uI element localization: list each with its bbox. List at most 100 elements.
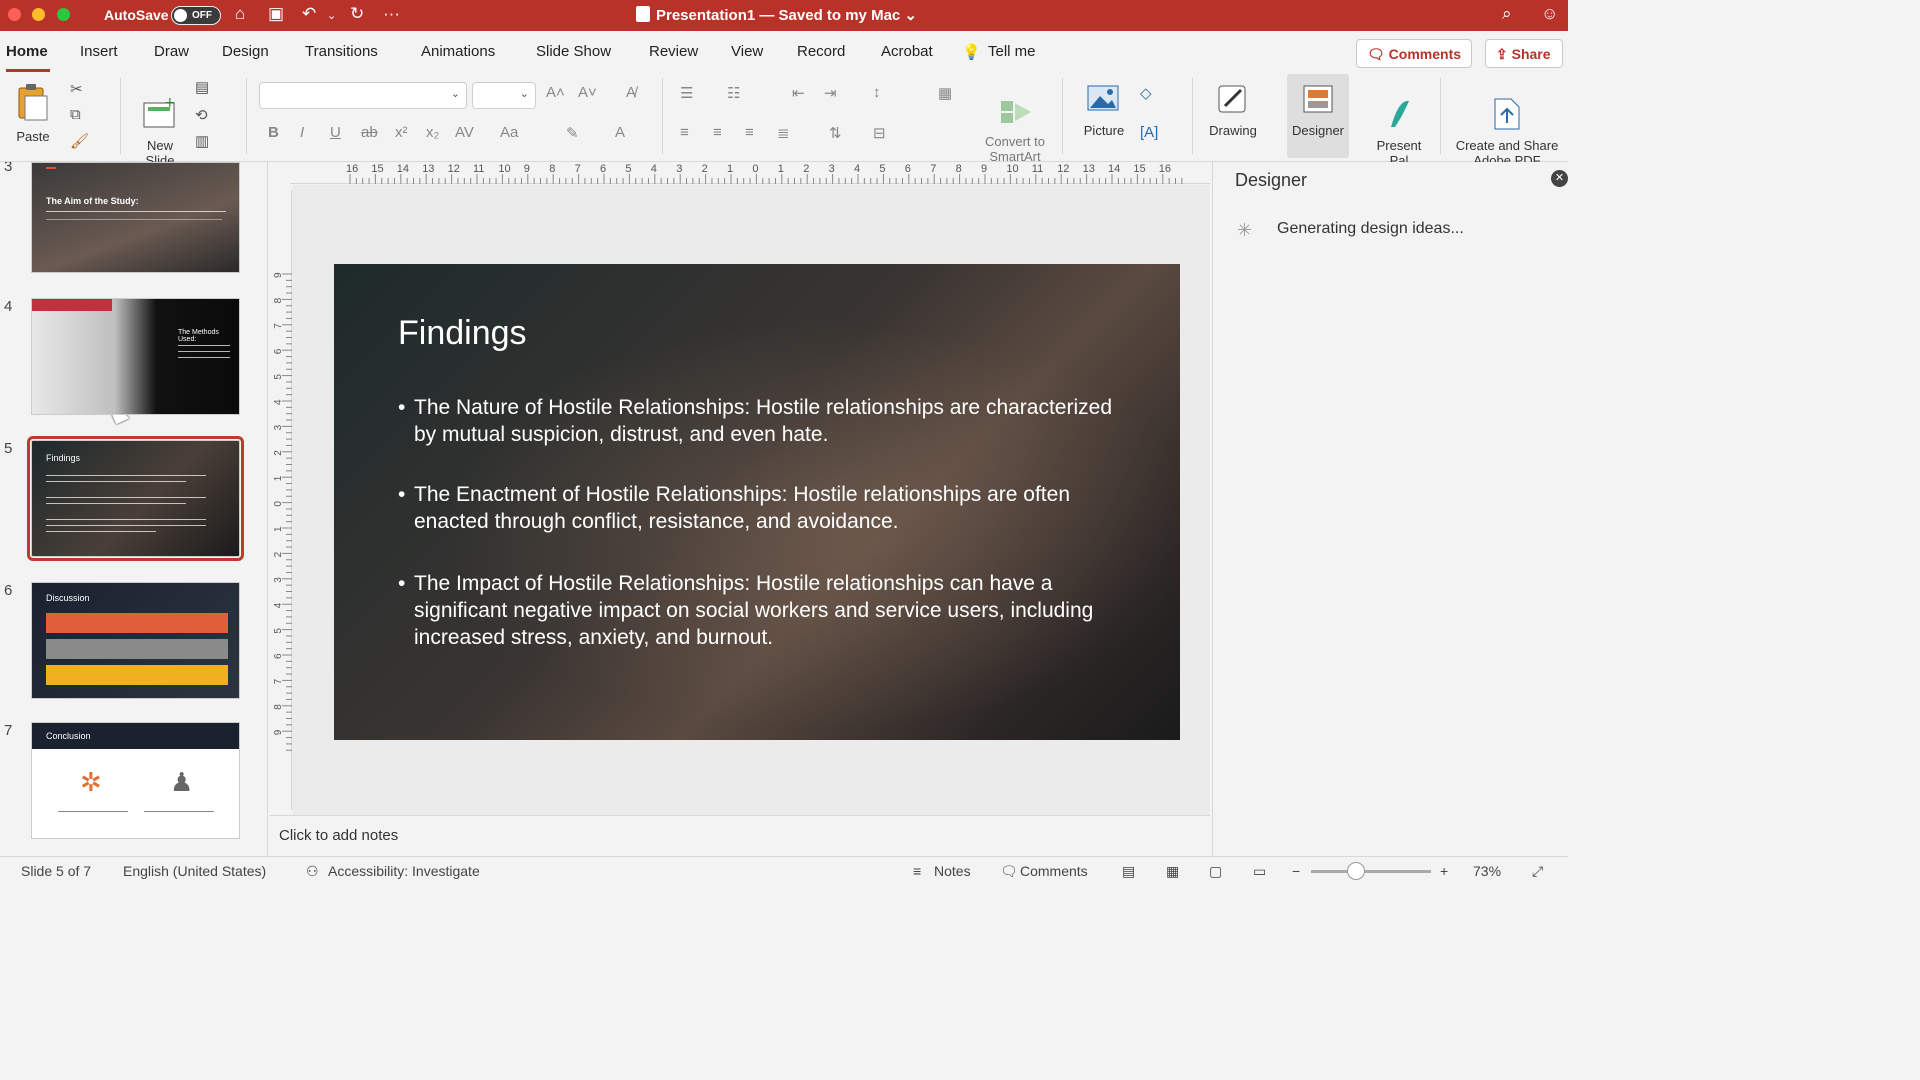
- comments-toggle[interactable]: Comments: [1020, 863, 1088, 879]
- ruler-tick-label: 7: [930, 163, 936, 175]
- font-color-icon[interactable]: A: [615, 124, 625, 141]
- search-icon[interactable]: ⌕: [1502, 4, 1512, 24]
- reset-icon[interactable]: ⟲: [195, 106, 208, 124]
- slide-title[interactable]: Findings: [398, 314, 527, 353]
- accent-bar: [46, 167, 56, 169]
- lightbulb-icon: 💡: [962, 44, 981, 61]
- text-direction-icon[interactable]: ⇅: [829, 124, 842, 142]
- designer-button[interactable]: Designer: [1287, 74, 1349, 158]
- underline-icon[interactable]: U: [330, 124, 341, 141]
- thumbnail-text-line: [46, 481, 186, 482]
- align-right-icon[interactable]: ≡: [745, 124, 754, 141]
- undo-dropdown-icon[interactable]: ⌄: [327, 9, 336, 22]
- cut-icon[interactable]: ✂: [70, 80, 83, 98]
- save-icon[interactable]: ▣: [268, 4, 284, 24]
- slide-bullet[interactable]: The Impact of Hostile Relationships: Hos…: [398, 570, 1118, 651]
- tab-transitions[interactable]: Transitions: [305, 43, 378, 60]
- drawing-button[interactable]: Drawing: [1204, 82, 1262, 138]
- slide-thumbnail-7[interactable]: Conclusion ✲ ♟: [31, 722, 240, 839]
- toggle-knob: [174, 9, 187, 22]
- tab-design[interactable]: Design: [222, 43, 269, 60]
- tab-record[interactable]: Record: [797, 43, 845, 60]
- notes-placeholder[interactable]: Click to add notes: [279, 827, 398, 844]
- numbering-icon[interactable]: ☷: [727, 84, 740, 102]
- zoom-in-icon[interactable]: +: [1440, 863, 1448, 879]
- notes-pane[interactable]: Click to add notes: [270, 815, 1210, 856]
- slide-show-icon[interactable]: ▭: [1253, 863, 1266, 880]
- italic-icon[interactable]: I: [300, 124, 304, 141]
- columns-icon[interactable]: ▦: [938, 84, 952, 102]
- clear-formatting-icon[interactable]: A̸: [626, 84, 636, 101]
- language-indicator[interactable]: English (United States): [123, 863, 266, 879]
- strikethrough-icon[interactable]: ab: [361, 124, 378, 141]
- justify-icon[interactable]: ≣: [777, 124, 790, 142]
- character-spacing-icon[interactable]: AV: [455, 124, 474, 141]
- text-box-icon[interactable]: [A]: [1140, 124, 1158, 141]
- font-name-select[interactable]: ⌄: [259, 82, 467, 109]
- picture-button[interactable]: Picture: [1076, 82, 1132, 138]
- zoom-slider[interactable]: [1311, 870, 1431, 873]
- increase-font-icon[interactable]: A˄: [546, 84, 565, 101]
- zoom-window-button[interactable]: [57, 8, 70, 21]
- tab-home[interactable]: Home: [6, 43, 48, 60]
- tab-draw[interactable]: Draw: [154, 43, 189, 60]
- document-title[interactable]: Presentation1 — Saved to my Mac ⌄: [636, 6, 917, 24]
- superscript-icon[interactable]: x²: [395, 124, 408, 141]
- shapes-icon[interactable]: ◇: [1140, 84, 1152, 102]
- tab-view[interactable]: View: [731, 43, 763, 60]
- bold-icon[interactable]: B: [268, 124, 279, 141]
- highlight-icon[interactable]: ✎: [566, 124, 579, 142]
- thumbnail-text-line: [46, 525, 206, 526]
- copy-icon[interactable]: ⧉: [70, 106, 81, 123]
- tab-acrobat[interactable]: Acrobat: [881, 43, 933, 60]
- home-icon[interactable]: ⌂: [235, 4, 245, 24]
- zoom-slider-handle[interactable]: [1347, 862, 1365, 880]
- change-case-icon[interactable]: Aa: [500, 124, 518, 141]
- minimize-window-button[interactable]: [32, 8, 45, 21]
- share-button[interactable]: ⇪ Share: [1485, 39, 1563, 68]
- align-text-icon[interactable]: ⊟: [873, 124, 886, 142]
- more-icon[interactable]: ···: [383, 4, 400, 24]
- slide-thumbnail-3[interactable]: The Aim of the Study:: [31, 162, 240, 273]
- format-painter-icon[interactable]: 🖌: [70, 132, 89, 150]
- comments-button[interactable]: 🗨 Comments: [1356, 39, 1472, 68]
- paste-button[interactable]: Paste: [8, 82, 58, 144]
- ruler-tick-label: 1: [778, 163, 784, 175]
- normal-view-icon[interactable]: ▤: [1122, 863, 1135, 880]
- line-spacing-icon[interactable]: ↕: [873, 84, 881, 101]
- close-icon[interactable]: ✕: [1551, 170, 1568, 187]
- redo-icon[interactable]: ↻: [350, 4, 364, 24]
- zoom-out-icon[interactable]: −: [1292, 863, 1300, 879]
- align-center-icon[interactable]: ≡: [713, 124, 722, 141]
- fit-to-window-icon[interactable]: ⤢: [1532, 863, 1543, 880]
- bullets-icon[interactable]: ☰: [680, 84, 693, 102]
- reading-view-icon[interactable]: ▢: [1209, 863, 1222, 880]
- tell-me-search[interactable]: Tell me: [988, 43, 1036, 60]
- decrease-font-icon[interactable]: A˅: [578, 84, 597, 101]
- subscript-icon[interactable]: x₂: [426, 124, 439, 141]
- zoom-level[interactable]: 73%: [1473, 863, 1501, 879]
- slide-thumbnail-6[interactable]: Discussion: [31, 582, 240, 699]
- autosave-toggle[interactable]: OFF: [171, 6, 221, 25]
- increase-indent-icon[interactable]: ⇥: [824, 84, 837, 102]
- slide-bullet[interactable]: The Enactment of Hostile Relationships: …: [398, 481, 1118, 535]
- slide-canvas[interactable]: Findings The Nature of Hostile Relations…: [334, 264, 1180, 740]
- tab-slide-show[interactable]: Slide Show: [536, 43, 611, 60]
- slide-sorter-icon[interactable]: ▦: [1166, 863, 1179, 880]
- tab-review[interactable]: Review: [649, 43, 698, 60]
- tab-insert[interactable]: Insert: [80, 43, 118, 60]
- slide-thumbnail-5[interactable]: Findings: [27, 436, 244, 561]
- decrease-indent-icon[interactable]: ⇤: [792, 84, 805, 102]
- undo-icon[interactable]: ↶: [302, 4, 316, 24]
- section-icon[interactable]: ▥: [195, 132, 209, 150]
- align-left-icon[interactable]: ≡: [680, 124, 689, 141]
- slide-bullet[interactable]: The Nature of Hostile Relationships: Hos…: [398, 394, 1118, 448]
- account-icon[interactable]: ☺: [1541, 4, 1558, 24]
- close-window-button[interactable]: [8, 8, 21, 21]
- font-size-select[interactable]: ⌄: [472, 82, 536, 109]
- accessibility-status[interactable]: Accessibility: Investigate: [328, 863, 480, 879]
- layout-icon[interactable]: ▤: [195, 78, 209, 96]
- notes-toggle[interactable]: Notes: [934, 863, 971, 879]
- tab-animations[interactable]: Animations: [421, 43, 495, 60]
- slide-thumbnail-4[interactable]: The Methods Used:: [31, 298, 240, 415]
